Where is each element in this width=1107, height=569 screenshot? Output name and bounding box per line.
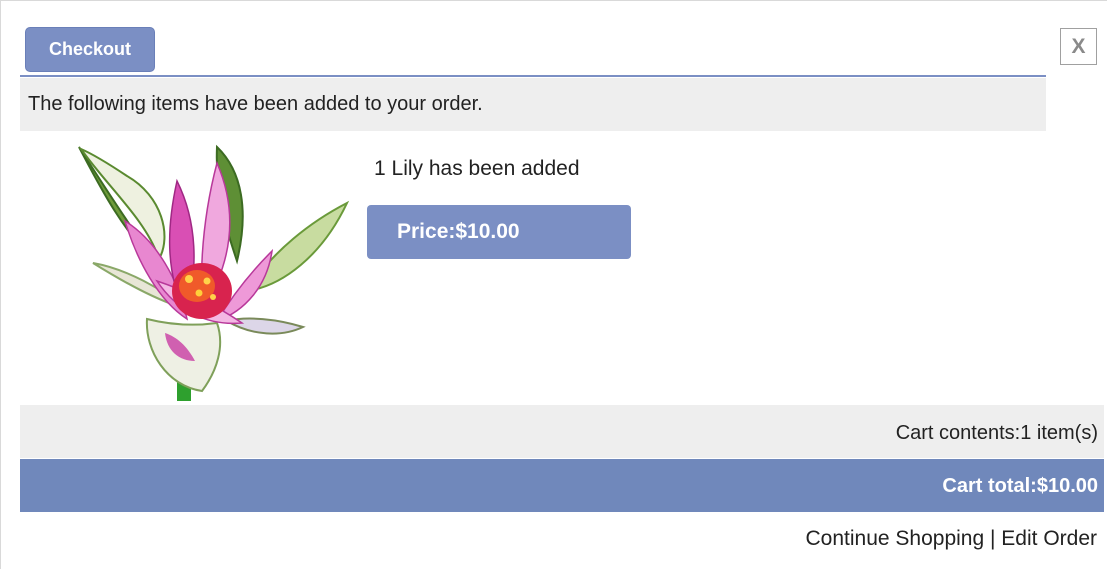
added-notice-bar: The following items have been added to y… bbox=[20, 78, 1046, 131]
stamen-dot bbox=[195, 289, 203, 297]
header-divider bbox=[20, 75, 1046, 77]
cart-contents-bar: Cart contents:1 item(s) bbox=[20, 405, 1104, 458]
continue-shopping-link[interactable]: Continue Shopping bbox=[806, 527, 985, 550]
cart-total-bar: Cart total:$10.00 bbox=[20, 459, 1104, 512]
lily-flower-image bbox=[78, 144, 350, 401]
price-badge: Price:$10.00 bbox=[367, 205, 631, 259]
added-notice-text: The following items have been added to y… bbox=[28, 93, 483, 115]
item-added-text: 1 Lily has been added bbox=[374, 157, 580, 180]
edit-order-link[interactable]: Edit Order bbox=[1001, 527, 1097, 550]
link-separator: | bbox=[984, 527, 1002, 550]
outer-petal bbox=[78, 146, 166, 262]
stamen-dot bbox=[210, 294, 216, 300]
footer-links: Continue Shopping | Edit Order bbox=[806, 522, 1097, 556]
checkout-button[interactable]: Checkout bbox=[25, 27, 155, 72]
close-icon: X bbox=[1071, 35, 1086, 58]
cart-added-dialog: Checkout X The following items have been… bbox=[0, 0, 1107, 569]
flower-stamens bbox=[179, 270, 215, 302]
close-button[interactable]: X bbox=[1060, 28, 1097, 65]
stamen-dot bbox=[203, 277, 211, 285]
stamen-dot bbox=[185, 275, 193, 283]
